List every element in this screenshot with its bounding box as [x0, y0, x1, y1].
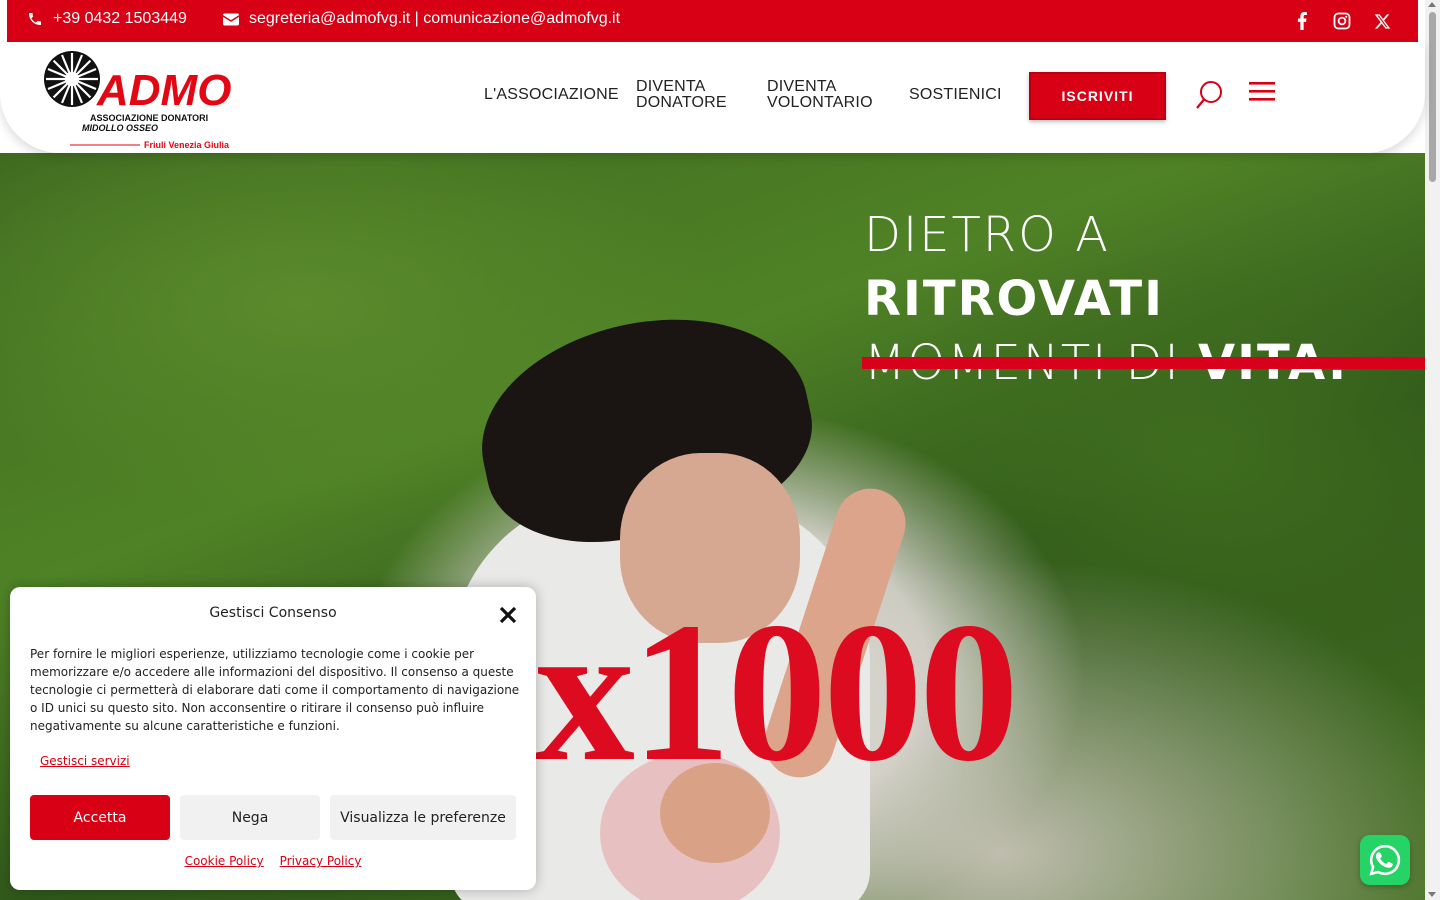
- hero-red-bar: [862, 357, 1425, 369]
- logo-line1: ASSOCIAZIONE DONATORI: [90, 113, 208, 123]
- policy-links: Cookie Policy Privacy Policy: [10, 854, 536, 868]
- scrollbar-thumb[interactable]: [1429, 12, 1436, 182]
- hero-x1000-text: x1000: [535, 582, 1019, 803]
- hero-title-line1-light: DIETRO A: [864, 207, 1110, 263]
- facebook-icon[interactable]: [1291, 10, 1313, 32]
- email-contact[interactable]: segreteria@admofvg.it | comunicazione@ad…: [223, 10, 620, 28]
- admo-logo-graphic: ADMO ASSOCIAZIONE DONATORI MIDOLLO OSSEO…: [44, 51, 231, 150]
- deny-button[interactable]: Nega: [180, 795, 320, 840]
- iscriviti-button[interactable]: ISCRIVITI: [1029, 72, 1166, 120]
- cookie-title: Gestisci Consenso: [209, 605, 337, 621]
- nav-sostienici-label: SOSTIENICI: [909, 86, 1002, 103]
- nav-diventa-volontario-line2: VOLONTARIO: [767, 94, 873, 111]
- cookie-consent-dialog: Gestisci Consenso Per fornire le miglior…: [10, 587, 536, 890]
- close-icon[interactable]: [497, 604, 519, 626]
- whatsapp-icon: [1369, 844, 1401, 876]
- logo-brand-text: ADMO: [96, 66, 231, 115]
- admo-logo[interactable]: ADMO ASSOCIAZIONE DONATORI MIDOLLO OSSEO…: [42, 49, 232, 151]
- whatsapp-button[interactable]: [1360, 835, 1410, 885]
- phone-number: +39 0432 1503449: [53, 10, 187, 27]
- menu-hamburger-icon[interactable]: [1249, 82, 1275, 107]
- nav-diventa-volontario[interactable]: DIVENTA VOLONTARIO: [767, 79, 873, 111]
- hero-title-line1-bold: RITROVATI: [864, 271, 1164, 327]
- search-icon[interactable]: [1195, 80, 1223, 115]
- logo-line2: MIDOLLO OSSEO: [82, 123, 158, 133]
- nav-associazione-label: L'ASSOCIAZIONE: [484, 86, 619, 103]
- cookie-description: Per fornire le migliori esperienze, util…: [30, 647, 520, 733]
- privacy-policy-link[interactable]: Privacy Policy: [280, 854, 362, 868]
- nav-associazione[interactable]: L'ASSOCIAZIONE: [484, 87, 619, 103]
- instagram-icon[interactable]: [1331, 10, 1353, 32]
- scroll-up-arrow-icon[interactable]: [1428, 2, 1436, 7]
- email-icon: [223, 13, 239, 25]
- accept-button[interactable]: Accetta: [30, 795, 170, 840]
- x-icon[interactable]: [1371, 10, 1393, 32]
- cookie-policy-link[interactable]: Cookie Policy: [185, 854, 264, 868]
- top-contact-bar: +39 0432 1503449 segreteria@admofvg.it |…: [7, 0, 1418, 42]
- logo-region: Friuli Venezia Giulia: [144, 140, 230, 150]
- email-addresses: segreteria@admofvg.it | comunicazione@ad…: [249, 10, 621, 27]
- main-header: ADMO ASSOCIAZIONE DONATORI MIDOLLO OSSEO…: [0, 42, 1425, 153]
- phone-icon: [29, 13, 41, 25]
- scroll-down-arrow-icon[interactable]: [1428, 892, 1436, 897]
- phone-contact[interactable]: +39 0432 1503449: [27, 10, 187, 28]
- view-preferences-button[interactable]: Visualizza le preferenze: [330, 795, 516, 840]
- manage-services-link[interactable]: Gestisci servizi: [40, 754, 130, 768]
- nav-diventa-volontario-line1: DIVENTA: [767, 78, 837, 95]
- nav-sostienici[interactable]: SOSTIENICI: [909, 87, 1002, 103]
- nav-diventa-donatore-line2: DONATORE: [636, 94, 727, 111]
- nav-diventa-donatore-line1: DIVENTA: [636, 78, 706, 95]
- nav-diventa-donatore[interactable]: DIVENTA DONATORE: [636, 79, 727, 111]
- page-scrollbar[interactable]: [1425, 0, 1440, 900]
